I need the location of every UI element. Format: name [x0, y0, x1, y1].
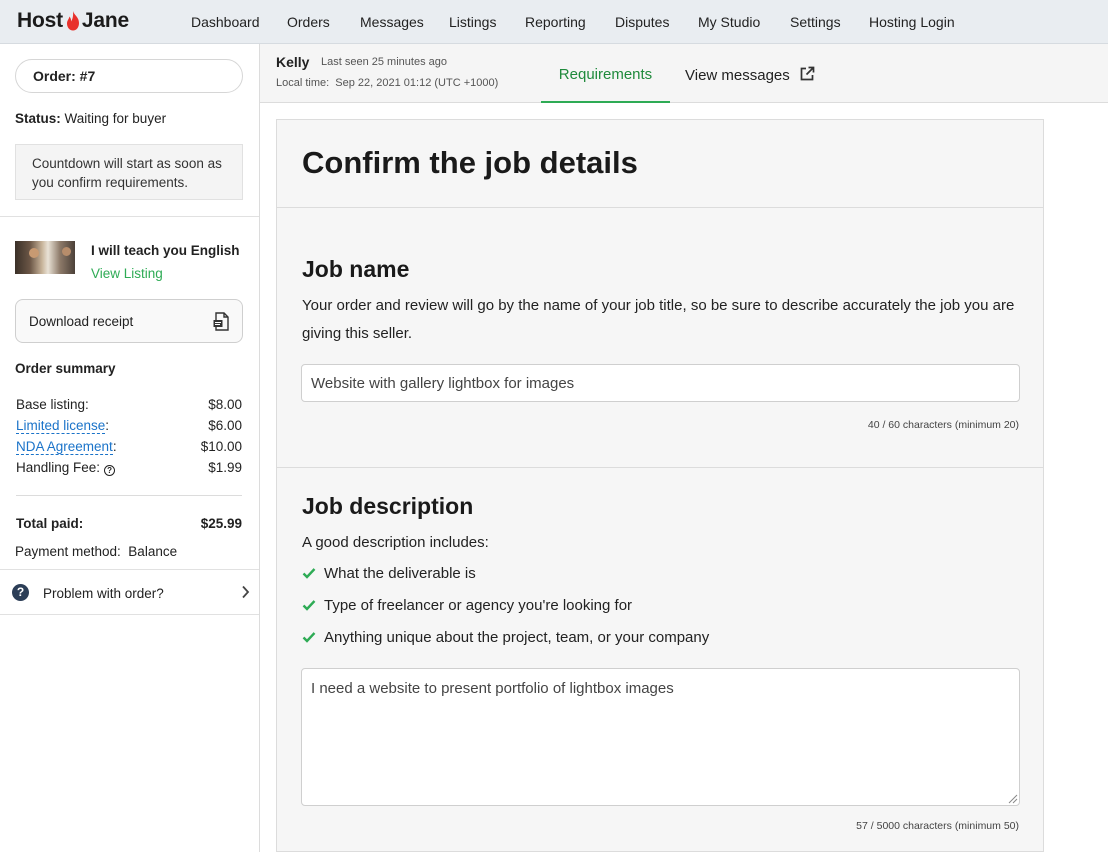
local-time: Local time: Sep 22, 2021 01:12 (UTC +100…: [276, 77, 499, 89]
nav-disputes[interactable]: Disputes: [615, 14, 669, 30]
buyer-name: Kelly: [276, 54, 310, 70]
checkmark-icon: [302, 568, 316, 579]
download-receipt-label: Download receipt: [29, 314, 134, 329]
page-title: Confirm the job details: [302, 145, 638, 180]
order-number-pill: Order: #7: [15, 59, 243, 93]
status-label: Status:: [15, 111, 61, 126]
total-label: Total paid:: [16, 516, 84, 531]
summary-row-limited-license: Limited license: $6.00: [16, 418, 242, 436]
payment-method: Payment method: Balance: [15, 544, 178, 559]
summary-label: Base listing:: [16, 397, 89, 412]
tab-view-messages[interactable]: View messages: [685, 44, 815, 103]
logo-text-host: Host: [17, 9, 63, 32]
resize-grip-icon[interactable]: [1008, 794, 1018, 804]
listing-title: I will teach you English: [91, 243, 240, 258]
conversation-header: Kelly Last seen 25 minutes ago Local tim…: [260, 44, 1108, 103]
tab-view-messages-label: View messages: [685, 67, 790, 84]
checkmark-icon: [302, 632, 316, 643]
order-status: Status: Waiting for buyer: [15, 111, 166, 126]
job-name-input[interactable]: [301, 364, 1020, 402]
nav-settings[interactable]: Settings: [790, 14, 841, 30]
hostjane-logo[interactable]: Host Jane: [17, 9, 129, 33]
nav-my-studio[interactable]: My Studio: [698, 14, 760, 30]
nav-reporting[interactable]: Reporting: [525, 14, 586, 30]
checkmark-icon: [302, 600, 316, 611]
total-value: $25.99: [200, 516, 242, 531]
job-name-heading: Job name: [302, 256, 410, 282]
job-name-counter: 40 / 60 characters (minimum 20): [867, 419, 1019, 431]
order-sidebar: Order: #7 Status: Waiting for buyer Coun…: [0, 44, 260, 852]
job-description-textarea[interactable]: I need a website to present portfolio of…: [301, 668, 1020, 806]
summary-row-nda: NDA Agreement: $10.00: [16, 439, 242, 457]
question-circle-icon: ?: [12, 584, 29, 601]
nav-messages[interactable]: Messages: [360, 14, 424, 30]
last-seen: Last seen 25 minutes ago: [321, 56, 447, 68]
job-details-card: Confirm the job details Job name Your or…: [276, 119, 1044, 852]
status-value: Waiting for buyer: [64, 111, 167, 126]
summary-label-suffix: :: [105, 418, 110, 433]
summary-label-suffix: :: [112, 439, 117, 454]
top-navigation-bar: Host Jane Dashboard Orders Messages List…: [0, 0, 1108, 44]
job-name-help: Your order and review will go by the nam…: [302, 297, 1015, 342]
summary-value: $8.00: [208, 397, 242, 412]
help-question-icon[interactable]: ?: [104, 465, 116, 476]
summary-row-handling-fee: Handling Fee:? $1.99: [16, 460, 242, 478]
summary-divider: [16, 495, 242, 496]
receipt-document-icon: [213, 312, 229, 331]
nda-agreement-link[interactable]: NDA Agreement: [16, 439, 113, 455]
logo-text-jane: Jane: [81, 9, 129, 32]
download-receipt-button[interactable]: Download receipt: [15, 299, 243, 343]
problem-with-order-link[interactable]: ? Problem with order?: [0, 569, 259, 615]
job-description-heading: Job description: [302, 493, 474, 519]
summary-label: Handling Fee:: [16, 460, 101, 475]
flame-icon: [66, 11, 79, 31]
checklist-item-text: Anything unique about the project, team,…: [324, 629, 710, 646]
job-description-intro: A good description includes:: [302, 534, 489, 551]
section-divider: [277, 467, 1043, 468]
total-paid-row: Total paid: $25.99: [16, 516, 242, 531]
countdown-notice: Countdown will start as soon as you conf…: [15, 144, 243, 200]
sidebar-divider: [0, 216, 259, 217]
nav-hosting-login[interactable]: Hosting Login: [869, 14, 955, 30]
summary-row-base-listing: Base listing: $8.00: [16, 397, 242, 415]
nav-listings[interactable]: Listings: [449, 14, 496, 30]
external-link-icon: [800, 66, 815, 81]
order-summary-title: Order summary: [15, 361, 116, 376]
view-listing-link[interactable]: View Listing: [91, 266, 163, 281]
summary-value: $1.99: [208, 460, 242, 475]
job-description-counter: 57 / 5000 characters (minimum 50): [856, 820, 1019, 832]
nav-dashboard[interactable]: Dashboard: [191, 14, 260, 30]
card-header: Confirm the job details: [277, 120, 1043, 208]
tab-requirements[interactable]: Requirements: [541, 44, 670, 103]
summary-value: $10.00: [200, 439, 242, 454]
limited-license-link[interactable]: Limited license: [16, 418, 106, 434]
checklist-item-text: What the deliverable is: [324, 565, 476, 582]
listing-thumbnail[interactable]: [15, 241, 75, 274]
problem-label: Problem with order?: [43, 586, 164, 601]
nav-orders[interactable]: Orders: [287, 14, 330, 30]
summary-value: $6.00: [208, 418, 242, 433]
chevron-right-icon: [242, 585, 250, 599]
tab-requirements-label: Requirements: [558, 66, 653, 83]
checklist-item-text: Type of freelancer or agency you're look…: [324, 597, 633, 614]
